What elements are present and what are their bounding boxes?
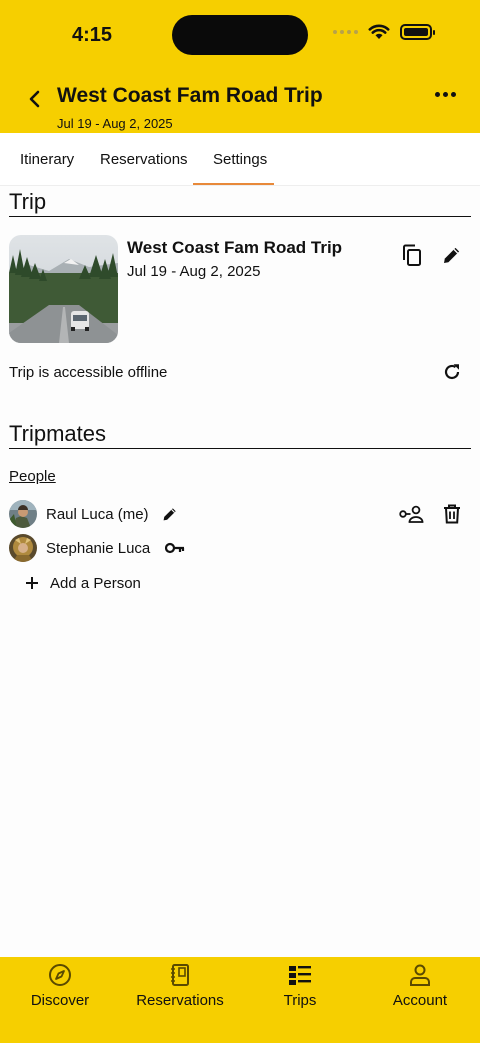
app-header: 4:15 West Coast Fam Road Trip Jul 19 - A… (0, 0, 480, 133)
person-key-icon (399, 505, 424, 523)
trash-icon (444, 504, 460, 524)
trip-section-heading: Trip (9, 189, 47, 214)
tab-reservations[interactable]: Reservations (100, 151, 188, 168)
tripmate-name: Raul Luca (me) (46, 506, 149, 523)
pencil-icon (163, 508, 176, 521)
nav-label-reservations: Reservations (136, 992, 224, 1009)
add-person-button[interactable]: Add a Person (50, 575, 141, 592)
avatar (9, 534, 37, 562)
trip-card-name: West Coast Fam Road Trip (127, 238, 343, 257)
nav-label-trips: Trips (283, 992, 317, 1009)
notebook-icon (171, 964, 189, 986)
offline-status-text: Trip is accessible offline (9, 364, 168, 381)
copy-icon (403, 244, 421, 266)
trip-card-dates: Jul 19 - Aug 2, 2025 (127, 263, 261, 280)
tripmates-section-heading: Tripmates (9, 421, 106, 446)
trip-cover-photo[interactable] (9, 235, 118, 343)
copy-trip-button[interactable] (400, 243, 424, 267)
battery-icon (400, 24, 435, 40)
bottom-navigation: Discover Reservations Trips Account (0, 957, 480, 1043)
more-options-icon[interactable] (435, 92, 456, 97)
nav-discover[interactable]: Discover (0, 957, 120, 1043)
nav-label-discover: Discover (30, 992, 90, 1009)
tab-settings[interactable]: Settings (213, 151, 267, 168)
page-subtitle-dates: Jul 19 - Aug 2, 2025 (57, 116, 173, 131)
key-icon (165, 542, 185, 554)
active-tab-indicator (193, 183, 274, 185)
tab-bar: Itinerary Reservations Settings (0, 133, 480, 186)
back-button[interactable] (22, 86, 48, 112)
trip-section-divider (9, 216, 471, 217)
page-title: West Coast Fam Road Trip (57, 84, 323, 107)
compass-icon (49, 964, 71, 986)
nav-reservations[interactable]: Reservations (120, 957, 240, 1043)
cellular-signal-icon (333, 30, 358, 34)
person-icon (410, 964, 430, 986)
dynamic-island (172, 15, 308, 55)
status-icons (333, 24, 435, 40)
chevron-left-icon (29, 90, 40, 108)
tripmate-name: Stephanie Luca (46, 540, 151, 557)
trips-list-icon (289, 966, 311, 985)
people-subheading: People (9, 468, 56, 485)
pencil-icon (444, 247, 460, 263)
refresh-offline-button[interactable] (440, 360, 464, 384)
edit-name-button[interactable] (158, 502, 182, 526)
owner-key-icon (163, 536, 187, 560)
tripmates-section-divider (9, 448, 471, 449)
tab-itinerary[interactable]: Itinerary (20, 151, 74, 168)
nav-account[interactable]: Account (360, 957, 480, 1043)
status-time: 4:15 (72, 24, 113, 46)
delete-tripmate-button[interactable] (440, 502, 464, 526)
add-person-plus-icon[interactable] (20, 571, 44, 595)
transfer-ownership-button[interactable] (398, 502, 426, 526)
plus-icon (26, 577, 38, 589)
avatar (9, 500, 37, 528)
nav-trips[interactable]: Trips (240, 957, 360, 1043)
refresh-icon (444, 364, 460, 380)
nav-label-account: Account (392, 992, 448, 1009)
edit-trip-button[interactable] (440, 243, 464, 267)
wifi-icon (368, 24, 390, 39)
